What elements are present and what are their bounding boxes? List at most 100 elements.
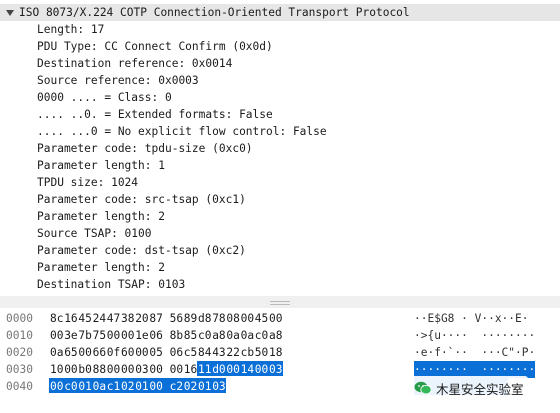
- field-row[interactable]: Parameter code: src-tsap (0xc1): [0, 191, 327, 208]
- hex-row[interactable]: 0000 8c 16 45 24 47 38 20 87 56 89 d8 78 08 00 45 00 ··E$…: [0, 310, 560, 327]
- hex-byte[interactable]: 00: [121, 327, 135, 344]
- packet-details-pane[interactable]: ... .. .. . . .. ... ISO 8073/X.224 COTP…: [0, 0, 560, 296]
- hex-byte[interactable]: 8b: [170, 327, 184, 344]
- field-row[interactable]: Parameter code: dst-tsap (0xc2): [0, 242, 327, 259]
- field-row[interactable]: TPDU size: 1024: [0, 174, 327, 191]
- hex-byte[interactable]: 00: [78, 344, 92, 361]
- hex-byte[interactable]: 14: [241, 361, 255, 378]
- hex-byte[interactable]: 50: [255, 344, 269, 361]
- hex-byte[interactable]: 00: [269, 310, 283, 327]
- hex-byte[interactable]: 60: [121, 344, 135, 361]
- hex-byte[interactable]: 0a: [93, 378, 107, 395]
- hex-byte[interactable]: 00: [149, 378, 163, 395]
- hex-byte[interactable]: 88: [93, 361, 107, 378]
- field-row[interactable]: Source reference: 0x0003: [0, 72, 327, 89]
- hex-byte[interactable]: 7b: [78, 327, 92, 344]
- hex-byte[interactable]: 03: [212, 378, 226, 395]
- hex-byte[interactable]: 01: [78, 378, 92, 395]
- hex-byte[interactable]: 00: [50, 327, 64, 344]
- hex-byte[interactable]: 02: [121, 378, 135, 395]
- hex-byte[interactable]: c0: [198, 327, 212, 344]
- hex-byte[interactable]: c1: [107, 378, 121, 395]
- hex-byte[interactable]: 05: [149, 344, 163, 361]
- hex-byte[interactable]: 38: [121, 310, 135, 327]
- hex-byte[interactable]: 65: [64, 344, 78, 361]
- hex-byte[interactable]: c0: [64, 378, 78, 395]
- hex-byte[interactable]: 43: [212, 344, 226, 361]
- hex-byte[interactable]: 47: [107, 310, 121, 327]
- hex-byte[interactable]: 03: [269, 361, 283, 378]
- field-row[interactable]: Parameter length: 2: [0, 208, 327, 225]
- hex-byte[interactable]: a8: [212, 327, 226, 344]
- hex-byte[interactable]: 00: [50, 378, 64, 395]
- hex-byte[interactable]: 24: [93, 310, 107, 327]
- field-row[interactable]: Destination TSAP: 0103: [0, 276, 327, 293]
- hex-byte[interactable]: 75: [93, 327, 107, 344]
- field-row[interactable]: 0000 .... = Class: 0: [0, 89, 327, 106]
- hex-byte[interactable]: 0a: [226, 327, 240, 344]
- field-row[interactable]: Destination reference: 0x0014: [0, 55, 327, 72]
- hex-row[interactable]: 0020 0a 65 00 66 0f 60 00 05 06 c5 84 43 22 cb 50 18 ·e·f…: [0, 344, 560, 361]
- hex-byte[interactable]: 3e: [64, 327, 78, 344]
- field-row[interactable]: PDU Type: CC Connect Confirm (0x0d): [0, 38, 327, 55]
- hex-byte[interactable]: 78: [212, 310, 226, 327]
- hex-byte[interactable]: d8: [198, 310, 212, 327]
- ascii-dump[interactable]: ·>{u···· ········: [414, 327, 535, 344]
- hex-byte[interactable]: 00: [135, 344, 149, 361]
- hex-byte[interactable]: 00: [149, 361, 163, 378]
- hex-byte[interactable]: 85: [184, 327, 198, 344]
- hex-row[interactable]: 0010 00 3e 7b 75 00 00 1e 06 8b 85 c0 a8 0a 0a c0 a8 ·>{u…: [0, 327, 560, 344]
- ascii-dump[interactable]: ·e·f·`·· ···C"·P·: [414, 344, 535, 361]
- field-row[interactable]: Source TSAP: 0100: [0, 225, 327, 242]
- hex-byte[interactable]: 00: [64, 361, 78, 378]
- hex-byte[interactable]: 0f: [107, 344, 121, 361]
- hex-byte[interactable]: 56: [170, 310, 184, 327]
- hex-byte[interactable]: 1e: [135, 327, 149, 344]
- hex-byte[interactable]: 11: [198, 361, 212, 378]
- hex-byte[interactable]: 0a: [241, 327, 255, 344]
- hex-byte[interactable]: 84: [198, 344, 212, 361]
- hex-byte[interactable]: 00: [241, 310, 255, 327]
- hex-byte[interactable]: c2: [170, 378, 184, 395]
- hex-byte[interactable]: c5: [184, 344, 198, 361]
- hex-byte[interactable]: 00: [226, 361, 240, 378]
- hex-byte[interactable]: 00: [255, 361, 269, 378]
- hex-byte[interactable]: 06: [170, 344, 184, 361]
- hex-byte[interactable]: 00: [170, 361, 184, 378]
- hex-byte[interactable]: 00: [121, 361, 135, 378]
- hex-byte[interactable]: 0a: [50, 344, 64, 361]
- hex-byte[interactable]: cb: [241, 344, 255, 361]
- hex-byte[interactable]: 06: [149, 327, 163, 344]
- field-row[interactable]: Parameter length: 2: [0, 259, 327, 276]
- hex-byte[interactable]: 16: [64, 310, 78, 327]
- hex-byte[interactable]: b0: [78, 361, 92, 378]
- hex-byte[interactable]: 45: [78, 310, 92, 327]
- expand-chevron-icon[interactable]: [6, 9, 14, 16]
- hex-byte[interactable]: 87: [149, 310, 163, 327]
- field-row[interactable]: Parameter code: tpdu-size (0xc0): [0, 140, 327, 157]
- field-row[interactable]: .... ..0. = Extended formats: False: [0, 106, 327, 123]
- hex-byte[interactable]: d0: [212, 361, 226, 378]
- hex-byte[interactable]: 16: [184, 361, 198, 378]
- field-row[interactable]: Length: 17: [0, 21, 327, 38]
- hex-byte[interactable]: 20: [135, 310, 149, 327]
- hex-byte[interactable]: a8: [269, 327, 283, 344]
- hex-byte[interactable]: 00: [107, 327, 121, 344]
- hex-byte[interactable]: 02: [184, 378, 198, 395]
- hex-byte[interactable]: 22: [226, 344, 240, 361]
- ascii-dump[interactable]: ··E$G8 · V··x··E·: [414, 310, 529, 327]
- hex-byte[interactable]: 66: [93, 344, 107, 361]
- hex-byte[interactable]: 01: [135, 378, 149, 395]
- hex-byte[interactable]: 89: [184, 310, 198, 327]
- splitter-grip-icon[interactable]: [270, 301, 290, 305]
- hex-byte[interactable]: 08: [226, 310, 240, 327]
- hex-byte[interactable]: c0: [255, 327, 269, 344]
- hex-byte[interactable]: 00: [107, 361, 121, 378]
- hex-byte[interactable]: 8c: [50, 310, 64, 327]
- hex-byte[interactable]: 01: [198, 378, 212, 395]
- hex-byte[interactable]: 45: [255, 310, 269, 327]
- cotp-tree-header[interactable]: ISO 8073/X.224 COTP Connection-Oriented …: [0, 4, 560, 21]
- hex-byte[interactable]: 03: [135, 361, 149, 378]
- hex-byte[interactable]: 10: [50, 361, 64, 378]
- field-row[interactable]: Parameter length: 1: [0, 157, 327, 174]
